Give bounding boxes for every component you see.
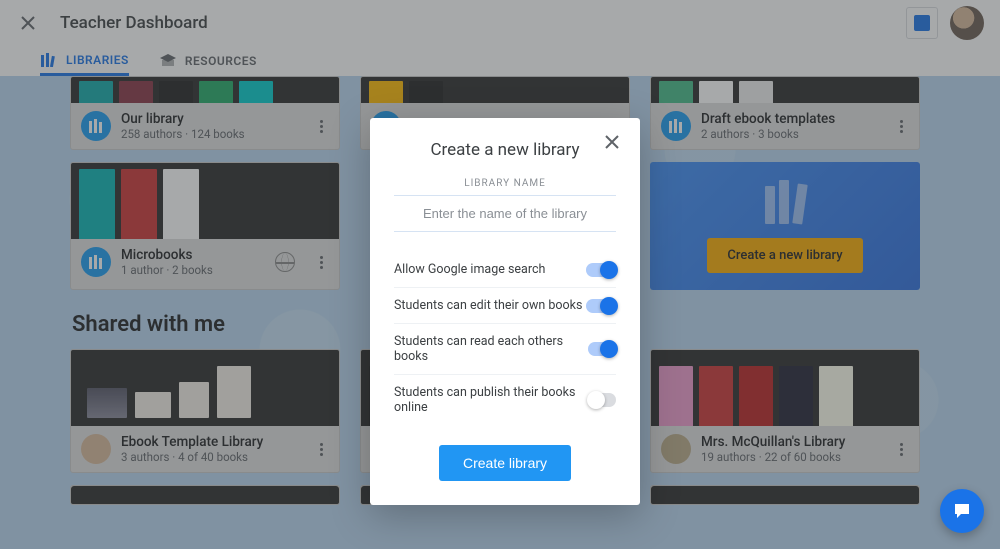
option-label: Allow Google image search xyxy=(394,262,545,277)
option-toggle[interactable] xyxy=(588,342,616,356)
option-row: Students can publish their books online xyxy=(394,374,616,425)
option-row: Allow Google image search xyxy=(394,252,616,287)
modal-field-label: LIBRARY NAME xyxy=(394,178,616,189)
option-row: Students can read each others books xyxy=(394,323,616,374)
option-label: Students can edit their own books xyxy=(394,298,582,313)
option-toggle[interactable] xyxy=(586,299,616,313)
chat-fab-button[interactable] xyxy=(940,489,984,533)
option-label: Students can read each others books xyxy=(394,334,588,364)
option-label: Students can publish their books online xyxy=(394,385,589,415)
option-toggle[interactable] xyxy=(589,393,616,407)
library-name-input[interactable] xyxy=(394,195,616,232)
chat-icon xyxy=(952,501,972,521)
create-library-modal: Create a new library LIBRARY NAME Allow … xyxy=(370,118,640,505)
option-row: Students can edit their own books xyxy=(394,287,616,323)
create-library-submit-button[interactable]: Create library xyxy=(439,445,571,481)
modal-close-button[interactable] xyxy=(604,134,624,154)
option-toggle[interactable] xyxy=(586,263,616,277)
modal-title: Create a new library xyxy=(394,140,616,160)
